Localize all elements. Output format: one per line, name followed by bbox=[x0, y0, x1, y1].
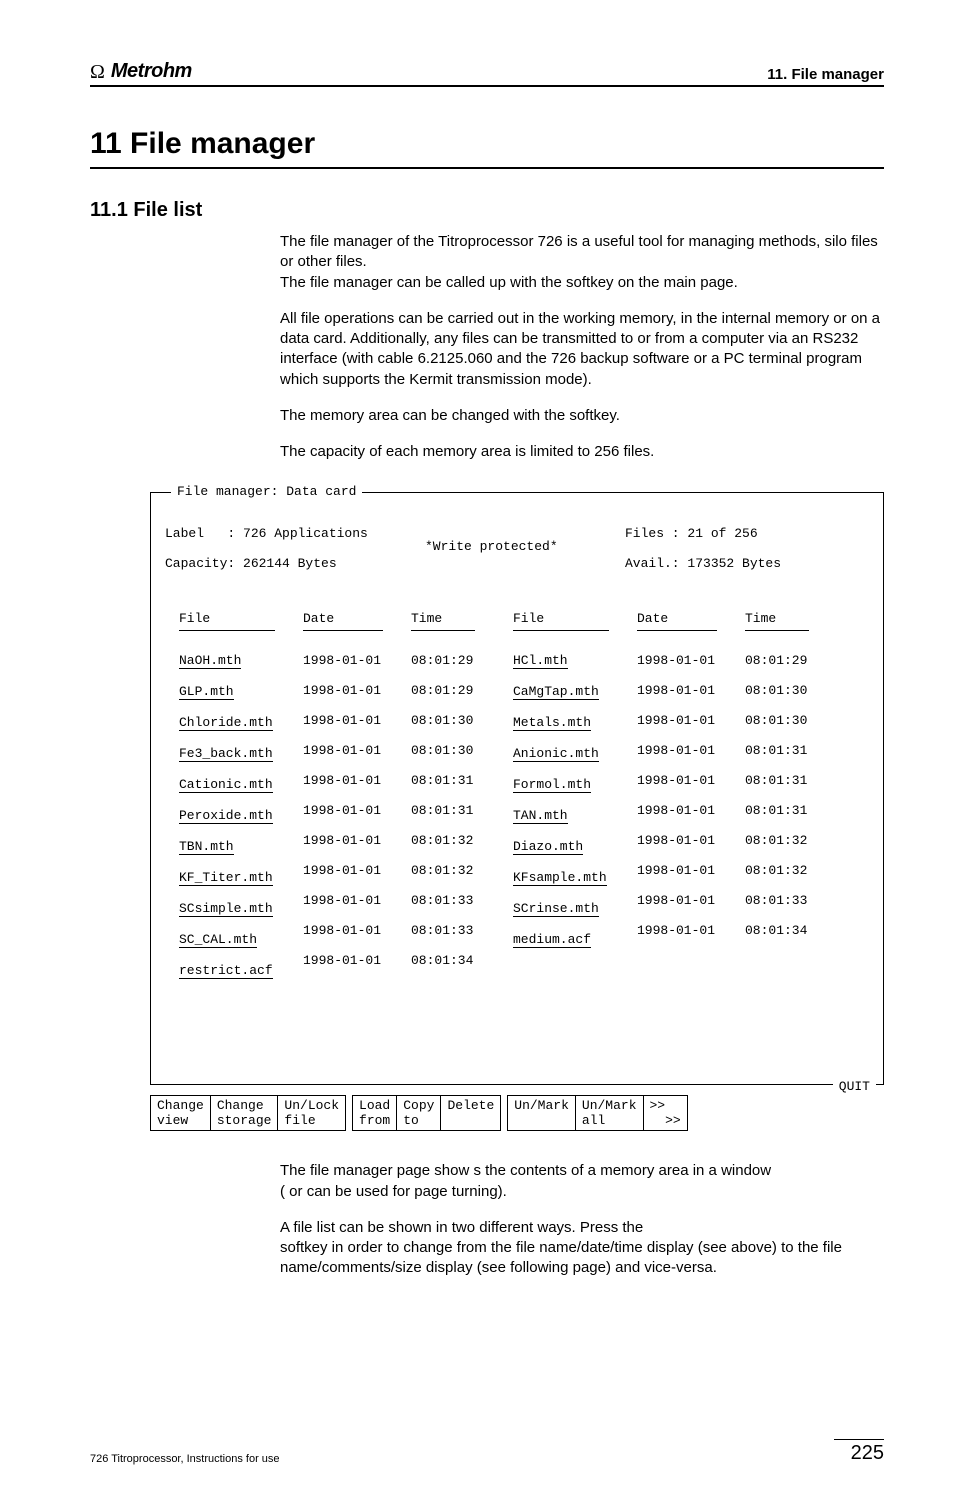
intro-paragraph-1: The file manager of the Titroprocessor 7… bbox=[280, 232, 884, 293]
h1-rule bbox=[90, 167, 884, 169]
section-title: 11.1 File list bbox=[90, 199, 884, 222]
intro-paragraph-3: The memory area can be changed with the … bbox=[280, 406, 884, 426]
softkey-group-3: Un/Mark Un/Markall >> >> bbox=[507, 1095, 687, 1131]
file-item[interactable]: Cationic.mth bbox=[179, 777, 273, 793]
footer-page-number: 225 bbox=[834, 1439, 884, 1465]
file-col-right-times: Time 08:01:29 08:01:30 08:01:30 08:01:31… bbox=[745, 596, 809, 994]
softkeys-row: Changeview Changestorage Un/Lockfile Loa… bbox=[150, 1095, 884, 1131]
file-item[interactable]: SCrinse.mth bbox=[513, 901, 599, 917]
file-item[interactable]: GLP.mth bbox=[179, 684, 234, 700]
file-item[interactable]: Peroxide.mth bbox=[179, 808, 273, 824]
softkey-more[interactable]: >> >> bbox=[643, 1096, 687, 1130]
footer-doc-title: 726 Titroprocessor, Instructions for use bbox=[90, 1453, 280, 1465]
softkey-delete[interactable]: Delete bbox=[440, 1096, 500, 1130]
quit-label[interactable]: QUIT bbox=[833, 1079, 876, 1094]
file-col-right-dates: Date 1998-01-01 1998-01-01 1998-01-01 19… bbox=[637, 596, 717, 994]
file-item[interactable]: Formol.mth bbox=[513, 777, 591, 793]
file-col-left-dates: Date 1998-01-01 1998-01-01 1998-01-01 19… bbox=[303, 596, 383, 994]
softkey-unmark-all[interactable]: Un/Markall bbox=[575, 1096, 643, 1130]
file-table: File NaOH.mth GLP.mth Chloride.mth Fe3_b… bbox=[165, 596, 869, 994]
file-item[interactable]: NaOH.mth bbox=[179, 653, 241, 669]
page-footer: 726 Titroprocessor, Instructions for use… bbox=[90, 1439, 884, 1465]
terminal-title: File manager: Data card bbox=[171, 484, 362, 499]
intro-paragraph-2: All file operations can be carried out i… bbox=[280, 309, 884, 390]
softkey-unmark[interactable]: Un/Mark bbox=[508, 1096, 575, 1130]
file-item[interactable]: KFsample.mth bbox=[513, 870, 607, 886]
file-item[interactable]: KF_Titer.mth bbox=[179, 870, 273, 886]
outro-paragraph-1: The file manager page show s the content… bbox=[280, 1161, 884, 1202]
file-col-left-times: Time 08:01:29 08:01:29 08:01:30 08:01:30… bbox=[411, 596, 475, 994]
file-item[interactable]: Metals.mth bbox=[513, 715, 591, 731]
terminal-header: Label : 726 Applications Capacity: 26214… bbox=[165, 511, 869, 586]
file-item[interactable]: HCl.mth bbox=[513, 653, 568, 669]
file-item[interactable]: CaMgTap.mth bbox=[513, 684, 599, 700]
softkey-group-2: Loadfrom Copyto Delete bbox=[352, 1095, 501, 1131]
file-col-left-names: File NaOH.mth GLP.mth Chloride.mth Fe3_b… bbox=[179, 596, 275, 994]
file-item[interactable]: SC_CAL.mth bbox=[179, 932, 257, 948]
file-item[interactable]: Chloride.mth bbox=[179, 715, 273, 731]
softkey-unlock-file[interactable]: Un/Lockfile bbox=[277, 1096, 345, 1130]
file-col-right-names: File HCl.mth CaMgTap.mth Metals.mth Anio… bbox=[513, 596, 609, 994]
softkey-group-1: Changeview Changestorage Un/Lockfile bbox=[150, 1095, 346, 1131]
softkey-load-from[interactable]: Loadfrom bbox=[353, 1096, 396, 1130]
file-item[interactable]: TAN.mth bbox=[513, 808, 568, 824]
file-item[interactable]: Anionic.mth bbox=[513, 746, 599, 762]
softkey-change-storage[interactable]: Changestorage bbox=[210, 1096, 278, 1130]
file-item[interactable]: SCsimple.mth bbox=[179, 901, 273, 917]
intro-paragraph-4: The capacity of each memory area is limi… bbox=[280, 442, 884, 462]
brand-name: Metrohm bbox=[111, 60, 192, 83]
file-item[interactable]: TBN.mth bbox=[179, 839, 234, 855]
file-item[interactable]: medium.acf bbox=[513, 932, 591, 948]
breadcrumb: 11. File manager bbox=[767, 66, 884, 83]
page-header: Ω Metrohm 11. File manager bbox=[90, 60, 884, 87]
outro-paragraph-2: A file list can be shown in two differen… bbox=[280, 1218, 884, 1279]
brand-omega-icon: Ω bbox=[90, 62, 105, 82]
brand: Ω Metrohm bbox=[90, 60, 192, 83]
file-item[interactable]: restrict.acf bbox=[179, 963, 273, 979]
softkey-copy-to[interactable]: Copyto bbox=[396, 1096, 440, 1130]
file-item[interactable]: Fe3_back.mth bbox=[179, 746, 273, 762]
chapter-title: 11 File manager bbox=[90, 127, 884, 161]
file-item[interactable]: Diazo.mth bbox=[513, 839, 583, 855]
file-manager-terminal: File manager: Data card Label : 726 Appl… bbox=[150, 492, 884, 1085]
softkey-change-view[interactable]: Changeview bbox=[151, 1096, 210, 1130]
